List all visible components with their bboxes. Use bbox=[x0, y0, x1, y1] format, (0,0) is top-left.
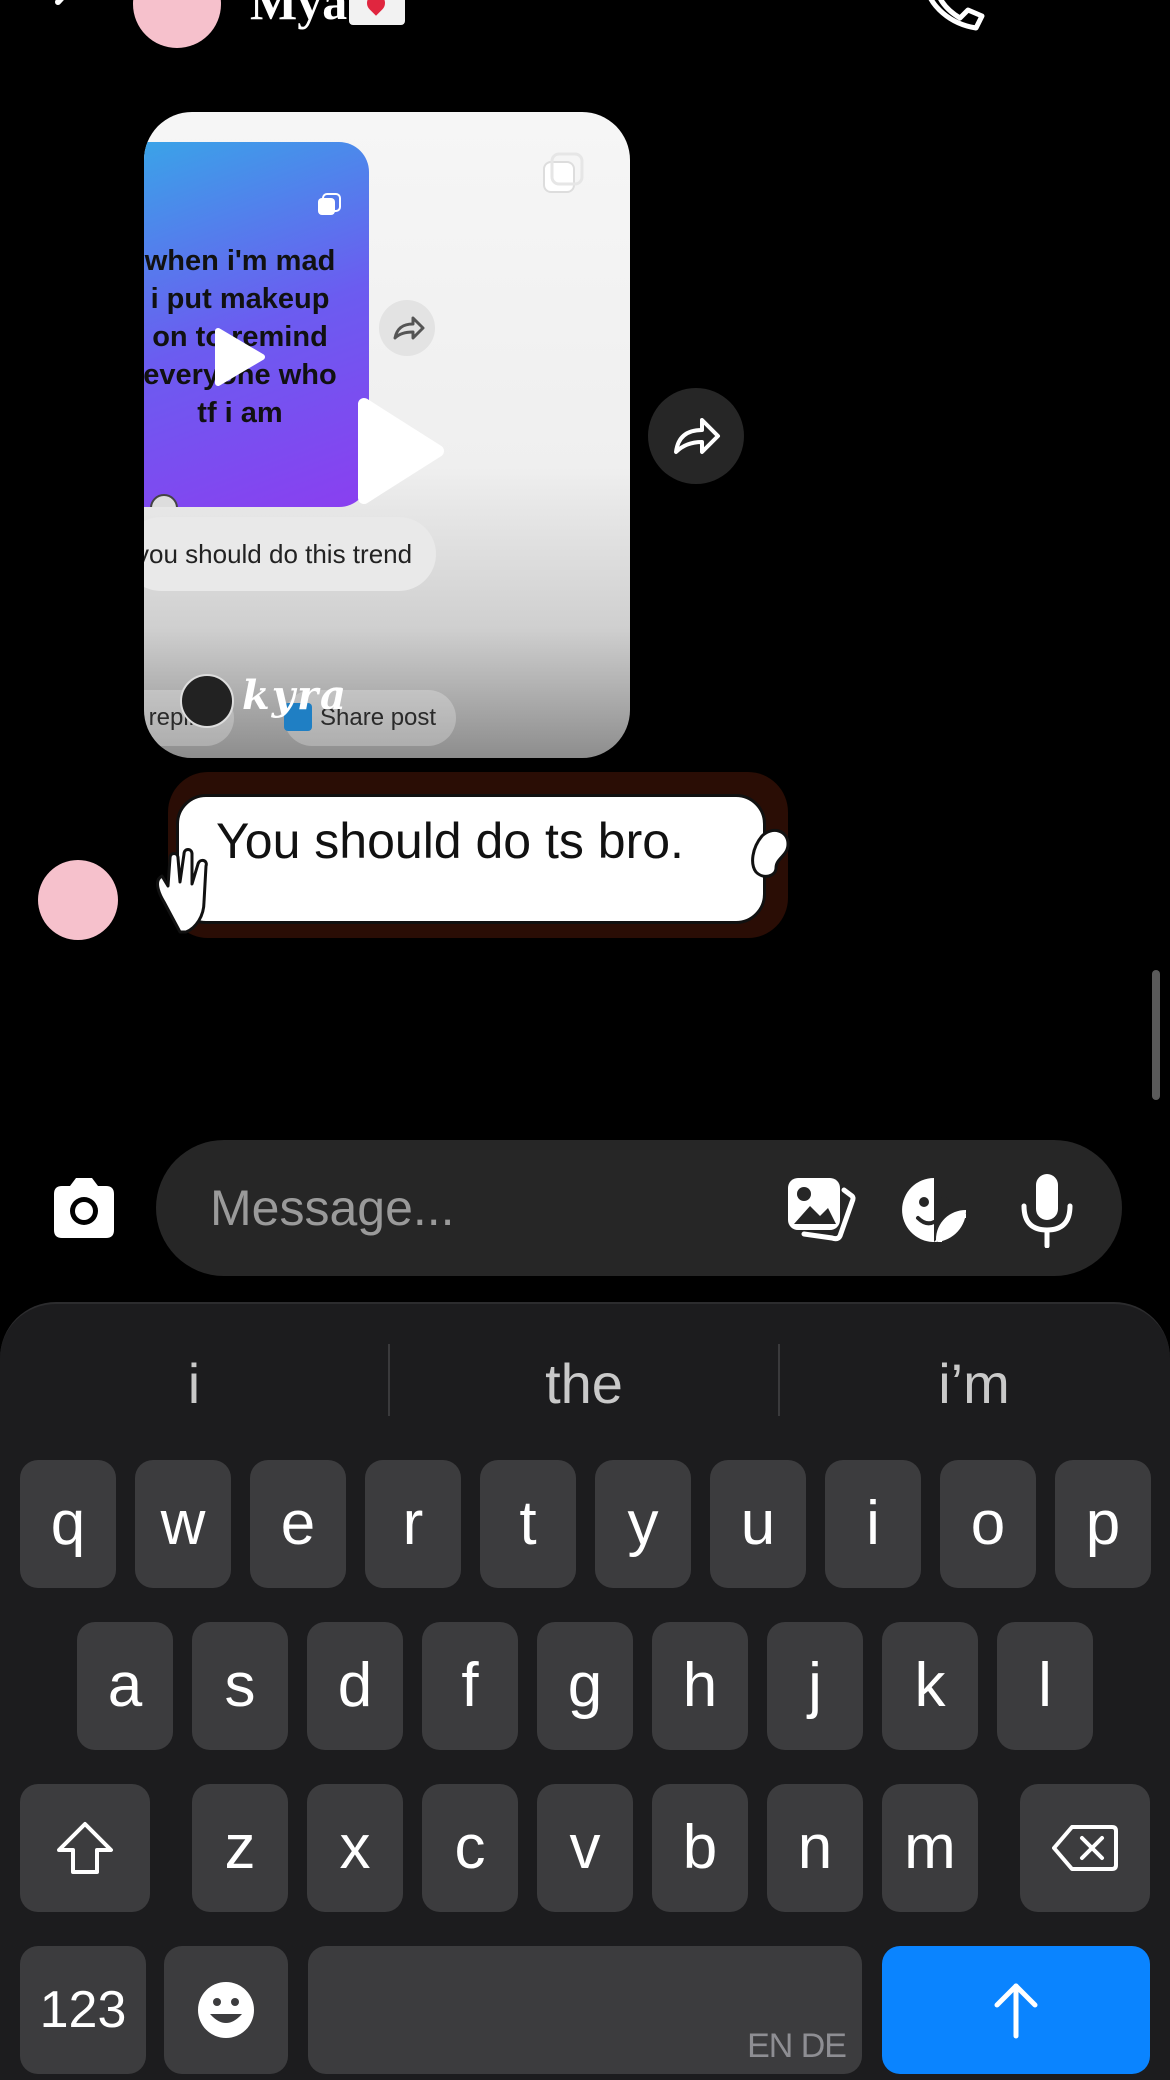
hand-icon bbox=[156, 848, 208, 934]
key-c[interactable]: c bbox=[422, 1784, 518, 1912]
chat-screen: Mya when i'm mad i put makeup on to remi… bbox=[0, 0, 1170, 2080]
backspace-icon bbox=[1052, 1825, 1118, 1871]
message-composer bbox=[156, 1140, 1122, 1276]
envelope-heart-emoji bbox=[349, 0, 406, 25]
video-play-icon[interactable] bbox=[356, 396, 446, 506]
shift-icon bbox=[57, 1822, 113, 1874]
sender-avatar[interactable] bbox=[38, 860, 118, 940]
post-author-name: kyra bbox=[242, 672, 348, 719]
key-n[interactable]: n bbox=[767, 1784, 863, 1912]
key-z[interactable]: z bbox=[192, 1784, 288, 1912]
contact-name[interactable]: Mya bbox=[250, 0, 406, 27]
share-button[interactable] bbox=[648, 388, 744, 484]
key-a[interactable]: a bbox=[77, 1622, 173, 1750]
key-u[interactable]: u bbox=[710, 1460, 806, 1588]
share-icon bbox=[674, 418, 720, 454]
key-s[interactable]: s bbox=[192, 1622, 288, 1750]
key-i[interactable]: i bbox=[825, 1460, 921, 1588]
blocked-icon bbox=[150, 494, 178, 507]
post-author-avatar bbox=[180, 674, 234, 728]
keyboard: i the i’m q w e r t y u i o p a s d f g … bbox=[0, 1302, 1170, 2080]
scrollbar[interactable] bbox=[1152, 970, 1160, 1100]
microphone-icon bbox=[1021, 1174, 1073, 1249]
camera-button[interactable] bbox=[48, 1176, 120, 1240]
key-d[interactable]: d bbox=[307, 1622, 403, 1750]
send-key[interactable] bbox=[882, 1946, 1150, 2074]
key-v[interactable]: v bbox=[537, 1784, 633, 1912]
contact-avatar[interactable] bbox=[133, 0, 221, 48]
microphone-button[interactable] bbox=[1018, 1172, 1076, 1249]
gallery-icon bbox=[788, 1178, 856, 1242]
key-w[interactable]: w bbox=[135, 1460, 231, 1588]
space-key[interactable]: EN DE bbox=[308, 1946, 862, 2074]
key-g[interactable]: g bbox=[537, 1622, 633, 1750]
more-options-button[interactable] bbox=[1050, 0, 1120, 20]
phone-icon bbox=[928, 0, 985, 31]
sticker-button[interactable] bbox=[900, 1176, 968, 1244]
play-icon bbox=[215, 328, 265, 386]
emoji-icon bbox=[198, 1982, 254, 2038]
key-p[interactable]: p bbox=[1055, 1460, 1151, 1588]
key-l[interactable]: l bbox=[997, 1622, 1093, 1750]
sticker-icon bbox=[902, 1178, 967, 1243]
contact-name-text: Mya bbox=[250, 0, 348, 30]
inner-share-icon bbox=[379, 300, 435, 356]
shift-key[interactable] bbox=[20, 1784, 150, 1912]
arrow-up-icon bbox=[994, 1983, 1038, 2039]
key-x[interactable]: x bbox=[307, 1784, 403, 1912]
numbers-key[interactable]: 123 bbox=[20, 1946, 146, 2074]
suggestion-1[interactable]: i bbox=[0, 1344, 388, 1424]
carousel-icon bbox=[318, 193, 341, 215]
message-text: You should do ts bro. bbox=[216, 813, 684, 869]
key-f[interactable]: f bbox=[422, 1622, 518, 1750]
post-thumbnail: when i'm mad i put makeup on to remind e… bbox=[144, 142, 369, 507]
message-input[interactable] bbox=[210, 1140, 710, 1276]
space-language-label: EN DE bbox=[747, 2027, 847, 2065]
key-r[interactable]: r bbox=[365, 1460, 461, 1588]
key-h[interactable]: h bbox=[652, 1622, 748, 1750]
camera-icon bbox=[54, 1178, 114, 1238]
key-y[interactable]: y bbox=[595, 1460, 691, 1588]
back-button[interactable] bbox=[40, 0, 100, 32]
multi-post-icon bbox=[543, 152, 584, 193]
backspace-key[interactable] bbox=[1020, 1784, 1150, 1912]
suggestion-3[interactable]: i’m bbox=[780, 1344, 1168, 1424]
message-bubble[interactable]: You should do ts bro. bbox=[156, 772, 790, 940]
suggestion-2[interactable]: the bbox=[390, 1344, 778, 1424]
key-t[interactable]: t bbox=[480, 1460, 576, 1588]
back-icon bbox=[55, 0, 64, 5]
post-caption: you should do this trend bbox=[144, 517, 436, 591]
more-icon bbox=[1050, 0, 1120, 20]
voice-call-button[interactable] bbox=[920, 0, 990, 32]
key-m[interactable]: m bbox=[882, 1784, 978, 1912]
key-q[interactable]: q bbox=[20, 1460, 116, 1588]
ear-icon bbox=[751, 828, 790, 878]
key-o[interactable]: o bbox=[940, 1460, 1036, 1588]
key-e[interactable]: e bbox=[250, 1460, 346, 1588]
key-b[interactable]: b bbox=[652, 1784, 748, 1912]
key-j[interactable]: j bbox=[767, 1622, 863, 1750]
emoji-key[interactable] bbox=[164, 1946, 288, 2074]
key-k[interactable]: k bbox=[882, 1622, 978, 1750]
gallery-button[interactable] bbox=[786, 1176, 856, 1242]
shared-post-card[interactable]: when i'm mad i put makeup on to remind e… bbox=[144, 112, 630, 758]
